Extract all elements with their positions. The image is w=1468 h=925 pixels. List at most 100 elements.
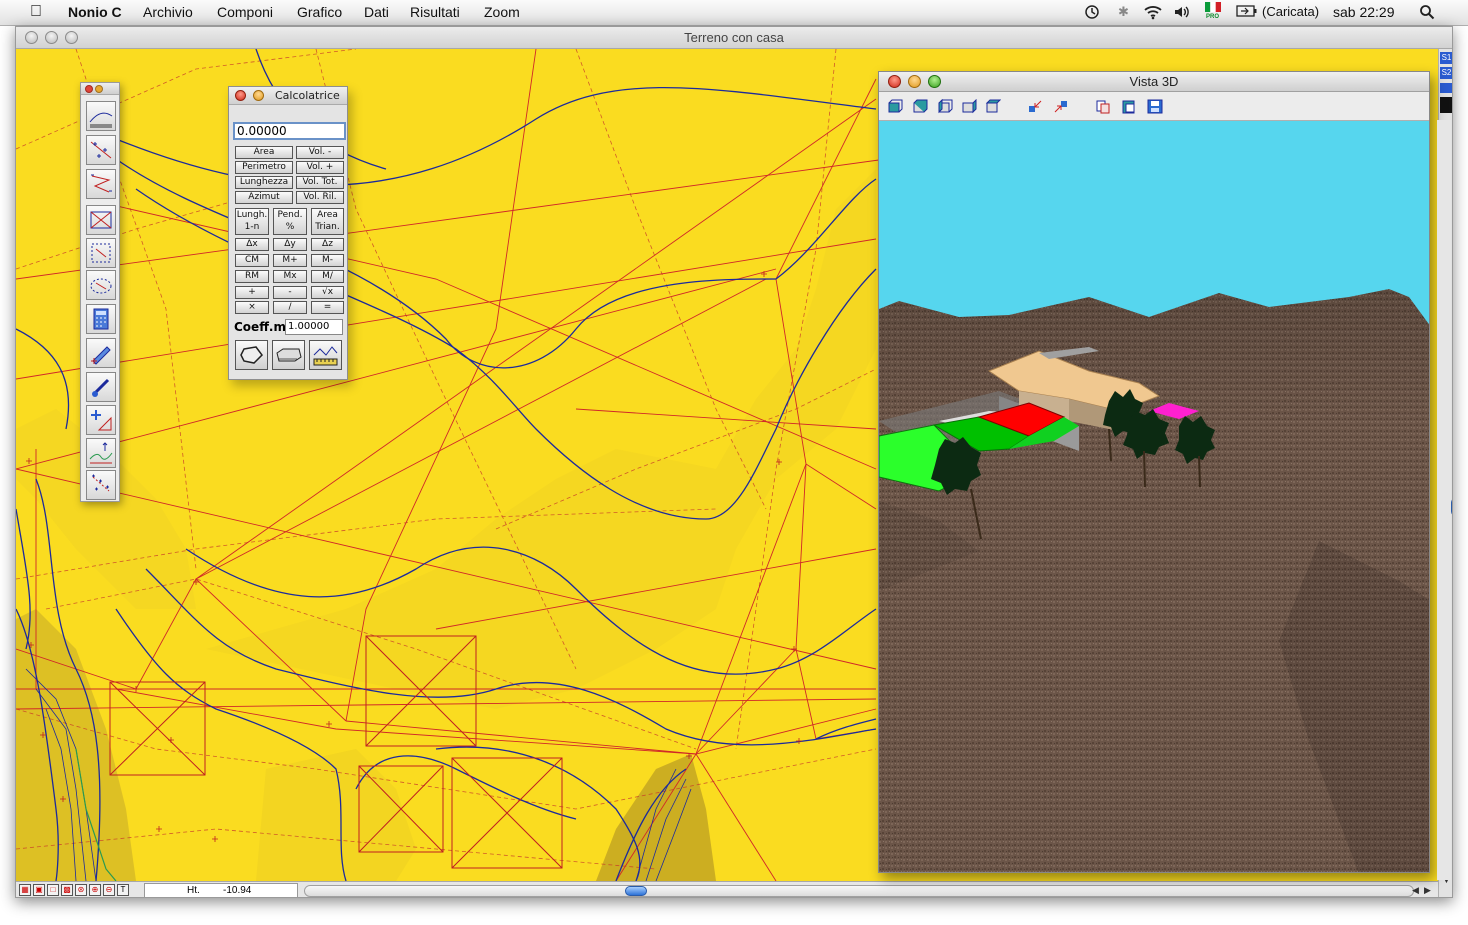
area-button[interactable]: Area <box>235 146 293 159</box>
lunghezza-button[interactable]: Lunghezza <box>235 176 293 189</box>
view-right-icon[interactable] <box>961 98 977 114</box>
m-minus-button[interactable]: M- <box>311 254 344 267</box>
view-left-icon[interactable] <box>937 98 953 114</box>
vol-minus-button[interactable]: Vol. - <box>296 146 344 159</box>
region-tool[interactable] <box>86 238 116 268</box>
spotlight-icon[interactable] <box>1419 4 1435 23</box>
scroll-left-arrow-icon[interactable]: ◀ <box>1412 885 1419 896</box>
calculator-display[interactable]: 0.00000 <box>233 122 346 140</box>
bluetooth-icon[interactable]: ✱ <box>1118 4 1129 20</box>
calculator-minimize-button[interactable] <box>253 90 264 101</box>
vol-plus-button[interactable]: Vol. + <box>296 161 344 174</box>
view-top-icon[interactable] <box>985 99 1002 114</box>
view3d-titlebar[interactable]: Vista 3D <box>879 72 1429 92</box>
save-icon[interactable] <box>1147 99 1163 114</box>
view3d-scene[interactable] <box>879 121 1429 872</box>
sqrt-button[interactable]: √x <box>311 286 344 299</box>
clock[interactable]: sab 22:29 <box>1333 4 1395 20</box>
scroll-right-arrow-icon[interactable]: ▶ <box>1424 885 1431 896</box>
calculator-titlebar[interactable]: Calcolatrice <box>229 87 347 105</box>
battery-icon[interactable] <box>1236 4 1258 21</box>
view3d-minimize-button[interactable] <box>908 75 921 88</box>
app-menu[interactable]: Nonio C <box>68 4 122 20</box>
main-window-titlebar[interactable]: Terreno con casa <box>16 27 1452 49</box>
grid-toggle-icon[interactable]: ▦ <box>19 884 31 896</box>
view3d-scrollbar[interactable] <box>1437 120 1451 880</box>
coeff-input[interactable]: 1.00000 <box>285 319 343 335</box>
copy-icon[interactable] <box>1095 99 1111 114</box>
battery-status[interactable]: (Caricata) <box>1262 4 1319 19</box>
points-tool[interactable] <box>86 135 116 165</box>
menu-risultati[interactable]: Risultati <box>410 4 460 20</box>
calculator-tool[interactable] <box>86 304 116 334</box>
zoom-in-icon[interactable] <box>1027 99 1043 114</box>
profile-chart-icon[interactable] <box>309 340 342 370</box>
text-tool-icon[interactable]: T <box>117 884 129 896</box>
layer-toggle-icon[interactable]: ▣ <box>33 884 45 896</box>
cm-button[interactable]: CM <box>235 254 269 267</box>
delta-x-button[interactable]: Δx <box>235 238 269 251</box>
print-icon[interactable] <box>272 340 305 370</box>
equals-button[interactable]: = <box>311 301 344 314</box>
multiply-button[interactable]: × <box>235 301 269 314</box>
zoom-button[interactable] <box>65 31 78 44</box>
points-toggle-icon[interactable]: ⊛ <box>75 884 87 896</box>
delta-z-button[interactable]: Δz <box>311 238 344 251</box>
pencil-tool[interactable] <box>86 338 116 368</box>
menu-componi[interactable]: Componi <box>217 4 273 20</box>
zoom-out-icon[interactable] <box>1053 99 1069 114</box>
area-trian-button[interactable]: Area Trian. <box>311 208 344 235</box>
calculator-close-button[interactable] <box>235 90 246 101</box>
minimize-button[interactable] <box>45 31 58 44</box>
volume-icon[interactable] <box>1173 4 1191 23</box>
zoom-in-icon[interactable]: ⊕ <box>89 884 101 896</box>
close-button[interactable] <box>25 31 38 44</box>
time-machine-icon[interactable] <box>1084 4 1100 23</box>
lungh-1n-button[interactable]: Lungh. 1-n <box>235 208 269 235</box>
menu-archivio[interactable]: Archivio <box>143 4 193 20</box>
menu-dati[interactable]: Dati <box>364 4 389 20</box>
view-back-icon[interactable] <box>912 99 928 114</box>
zoom-out-icon[interactable]: ⊖ <box>103 884 115 896</box>
palette-close-button[interactable] <box>85 85 93 93</box>
selection-toggle-icon[interactable]: ▩ <box>61 884 73 896</box>
view-front-icon[interactable] <box>887 99 903 114</box>
layer-black-swatch[interactable] <box>1440 97 1452 113</box>
azimut-button[interactable]: Azimut <box>235 191 293 204</box>
horizontal-scrollbar[interactable] <box>304 885 1414 897</box>
layer-s2[interactable]: S2 <box>1440 67 1452 79</box>
vol-ril-button[interactable]: Vol. Ril. <box>296 191 344 204</box>
vol-tot-button[interactable]: Vol. Tot. <box>296 176 344 189</box>
m-plus-button[interactable]: M+ <box>273 254 307 267</box>
layer-s1[interactable]: S1 <box>1440 52 1452 64</box>
frame-toggle-icon[interactable]: □ <box>47 884 59 896</box>
pend-percent-button[interactable]: Pend.% <box>273 208 307 235</box>
plus-button[interactable]: + <box>235 286 269 299</box>
tool-palette-titlebar[interactable] <box>81 83 119 95</box>
divide-button[interactable]: / <box>273 301 307 314</box>
polyline-tool[interactable] <box>86 169 116 199</box>
profile-tool[interactable] <box>86 438 116 468</box>
apple-menu-icon[interactable]:  <box>30 3 42 21</box>
view3d-zoom-button[interactable] <box>928 75 941 88</box>
horizontal-scroll-thumb[interactable] <box>625 886 647 896</box>
area-tool[interactable] <box>86 270 116 300</box>
m-divide-button[interactable]: M/ <box>311 270 344 283</box>
perimetro-button[interactable]: Perimetro <box>235 161 293 174</box>
mx-button[interactable]: Mx <box>273 270 307 283</box>
view3d-close-button[interactable] <box>888 75 901 88</box>
menu-grafico[interactable]: Grafico <box>297 4 342 20</box>
palette-minimize-button[interactable] <box>95 85 103 93</box>
delta-y-button[interactable]: Δy <box>273 238 307 251</box>
triangulation-tool[interactable] <box>86 205 116 235</box>
wifi-icon[interactable] <box>1143 4 1163 23</box>
points-scatter-tool[interactable] <box>86 470 116 500</box>
contour-lines-tool[interactable] <box>86 101 116 131</box>
rm-button[interactable]: RM <box>235 270 269 283</box>
minus-button[interactable]: - <box>273 286 307 299</box>
menu-zoom[interactable]: Zoom <box>484 4 520 20</box>
move-tool[interactable] <box>86 405 116 435</box>
layer-eye-icon[interactable] <box>1440 83 1452 93</box>
eraser-icon[interactable] <box>235 340 268 370</box>
brush-tool[interactable] <box>86 372 116 402</box>
